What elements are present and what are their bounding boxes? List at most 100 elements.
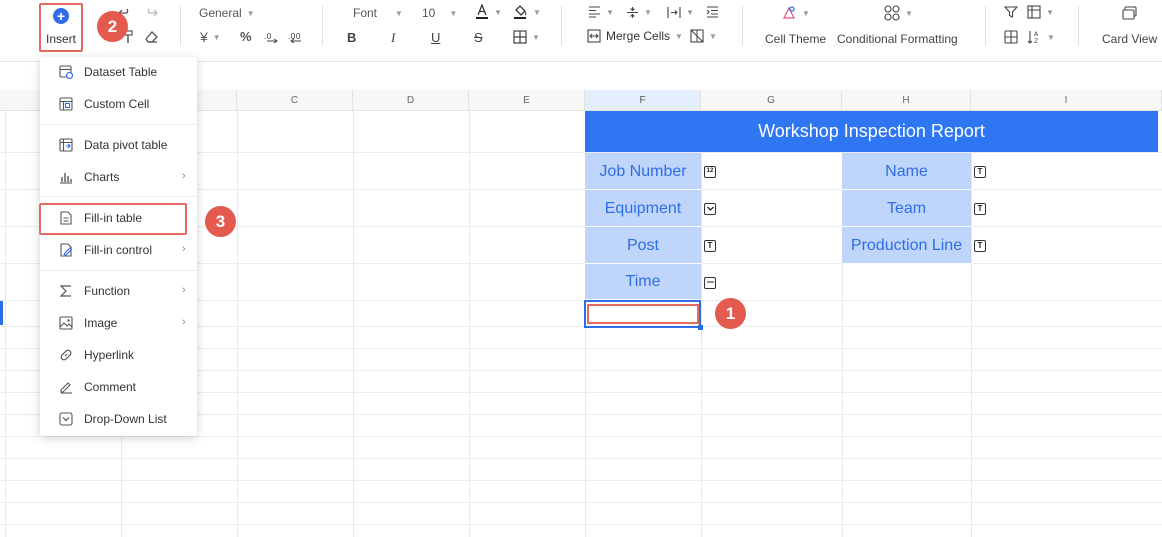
- menu-item-drop-down-list[interactable]: Drop-Down List: [40, 405, 197, 433]
- font-size-select[interactable]: 10 ▼: [422, 6, 457, 20]
- charts-icon: [60, 173, 72, 184]
- increase-decimal-button[interactable]: .00: [288, 30, 304, 43]
- conditional-formatting-label[interactable]: Conditional Formatting: [837, 32, 958, 46]
- conditional-formatting-icon: [884, 5, 900, 21]
- fill-color-icon: [514, 5, 527, 19]
- cell-theme-label[interactable]: Cell Theme: [765, 32, 826, 46]
- column-header-f[interactable]: F: [585, 90, 701, 111]
- strikethrough-button[interactable]: S: [474, 30, 483, 45]
- fill-in-control-icon: [60, 243, 73, 257]
- filter-button[interactable]: [1004, 5, 1018, 19]
- step-badge-2: 2: [97, 11, 128, 42]
- field-production-line[interactable]: Production Line: [842, 227, 971, 264]
- insert-label: Insert: [45, 32, 76, 46]
- text-direction-button[interactable]: ▼: [667, 6, 694, 19]
- merge-cells-icon: [587, 29, 601, 43]
- menu-item-fill-in-control[interactable]: Fill-in control ›: [40, 236, 197, 264]
- row-column-icon: [1004, 30, 1018, 44]
- chevron-right-icon: ›: [182, 243, 186, 255]
- fill-handle[interactable]: [698, 325, 703, 330]
- freeze-panes-button[interactable]: ▼: [1027, 5, 1054, 19]
- chevron-right-icon: ›: [182, 170, 186, 182]
- insert-menu: Dataset Table Custom Cell Data pivot tab…: [40, 57, 197, 436]
- svg-text:.0: .0: [264, 32, 272, 41]
- vertical-align-button[interactable]: ▼: [626, 6, 652, 19]
- filter-icon: [1004, 6, 1018, 18]
- number-format-select[interactable]: General ▼: [199, 6, 255, 20]
- increase-decimal-icon: .00: [288, 32, 301, 43]
- dataset-table-icon: [59, 65, 73, 79]
- hyperlink-icon: [60, 349, 72, 361]
- indent-icon: [706, 6, 718, 18]
- font-family-select[interactable]: Font ▼: [353, 6, 403, 20]
- redo-icon[interactable]: [144, 6, 158, 20]
- insert-button[interactable]: + Insert: [39, 3, 83, 52]
- indent-button[interactable]: [706, 6, 719, 18]
- pivot-table-icon: [59, 138, 73, 152]
- conditional-formatting-dropdown[interactable]: ▼: [884, 5, 913, 21]
- svg-text:A: A: [1034, 31, 1039, 38]
- decrease-decimal-icon: .0: [264, 32, 278, 43]
- percent-button[interactable]: %: [240, 29, 252, 44]
- text-type-icon: T: [974, 166, 986, 178]
- chevron-right-icon: ›: [182, 316, 186, 328]
- menu-item-charts[interactable]: Charts ›: [40, 163, 197, 191]
- report-title[interactable]: Workshop Inspection Report: [585, 111, 1158, 152]
- menu-item-hyperlink[interactable]: Hyperlink: [40, 341, 197, 369]
- fill-color-button[interactable]: ▼: [513, 4, 541, 20]
- vertical-align-icon: [627, 7, 638, 18]
- wrap-text-button[interactable]: ▼: [690, 29, 717, 43]
- row-column-button[interactable]: [1004, 30, 1018, 44]
- align-left-icon: [589, 6, 600, 18]
- svg-text:.00: .00: [288, 32, 301, 41]
- font-color-icon: [476, 4, 488, 19]
- image-icon: [59, 316, 73, 330]
- italic-button[interactable]: I: [391, 30, 395, 46]
- dropdown-type-icon: [704, 203, 716, 215]
- menu-item-custom-cell[interactable]: Custom Cell: [40, 90, 197, 118]
- decrease-decimal-button[interactable]: .0: [264, 30, 280, 43]
- field-post[interactable]: Post: [585, 227, 701, 264]
- column-header-g[interactable]: G: [701, 90, 842, 111]
- comment-icon: [60, 382, 72, 394]
- clear-format-icon[interactable]: [144, 30, 159, 44]
- date-type-icon: [704, 277, 716, 289]
- dropdown-list-icon: [59, 412, 73, 426]
- column-header-i[interactable]: I: [971, 90, 1162, 111]
- target-cell-highlight: [587, 304, 699, 324]
- column-header-c[interactable]: C: [237, 90, 353, 111]
- column-header-d[interactable]: D: [353, 90, 469, 111]
- text-direction-icon: [667, 7, 681, 18]
- sort-icon: AZ: [1027, 31, 1039, 44]
- menu-item-data-pivot-table[interactable]: Data pivot table: [40, 131, 197, 159]
- currency-icon: ¥: [200, 29, 208, 45]
- horizontal-align-button[interactable]: ▼: [588, 6, 614, 18]
- field-name[interactable]: Name: [842, 153, 971, 190]
- underline-button[interactable]: U: [431, 30, 440, 45]
- column-header-h[interactable]: H: [842, 90, 971, 111]
- svg-text:Z: Z: [1034, 38, 1038, 44]
- menu-item-function[interactable]: Function ›: [40, 277, 197, 305]
- custom-cell-icon: [59, 97, 73, 111]
- font-color-button[interactable]: ▼: [475, 4, 502, 20]
- field-equipment[interactable]: Equipment: [585, 190, 701, 227]
- bold-button[interactable]: B: [347, 30, 356, 45]
- menu-item-dataset-table[interactable]: Dataset Table: [40, 58, 197, 86]
- toolbar: + Insert General ▼ ¥ ▼ % .0 .00 Font ▼ 10 ▼ …: [0, 0, 1162, 62]
- field-team[interactable]: Team: [842, 190, 971, 227]
- border-button[interactable]: ▼: [513, 30, 540, 44]
- field-job-number[interactable]: Job Number: [585, 153, 701, 190]
- sort-button[interactable]: A Z ▼: [1027, 30, 1055, 44]
- text-type-icon: T: [704, 240, 716, 252]
- card-view-icon[interactable]: [1122, 6, 1138, 20]
- merge-cells-button[interactable]: Merge Cells ▼: [587, 29, 683, 43]
- card-view-label[interactable]: Card View: [1102, 32, 1157, 46]
- column-header-e[interactable]: E: [469, 90, 585, 111]
- cell-theme-dropdown[interactable]: ▼: [781, 5, 810, 21]
- menu-item-image[interactable]: Image ›: [40, 309, 197, 337]
- field-time[interactable]: Time: [585, 264, 701, 300]
- menu-item-comment[interactable]: Comment: [40, 373, 197, 401]
- currency-format-button[interactable]: ¥ ▼: [200, 29, 221, 45]
- border-icon: [513, 30, 527, 44]
- fill-in-table-highlight: [39, 203, 187, 235]
